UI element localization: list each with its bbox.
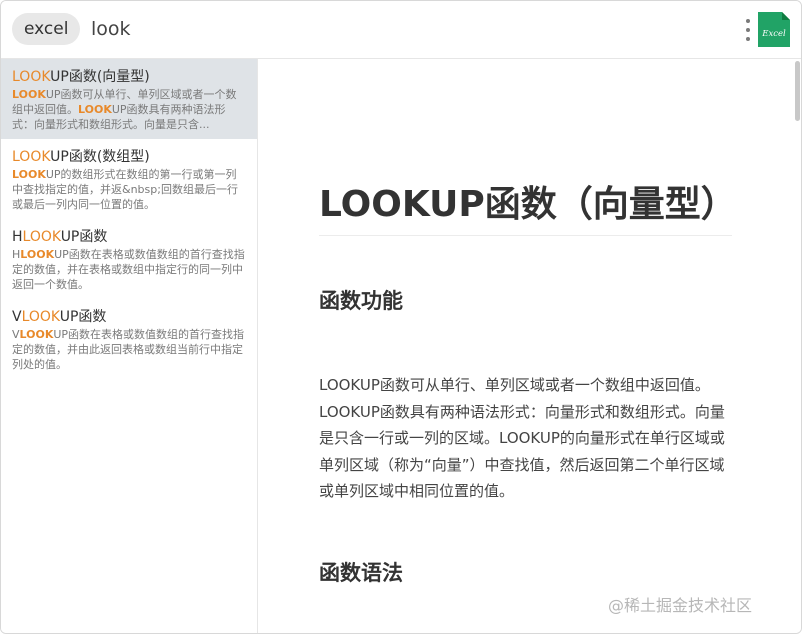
app-window: excel Excel LOOKUP函数(向量型) LOOKUP函数可从单行、单… xyxy=(0,0,802,634)
excel-app-icon: Excel xyxy=(758,12,790,47)
result-title: LOOKUP函数(向量型) xyxy=(12,69,150,85)
function-description: LOOKUP函数可从单行、单列区域或者一个数组中返回值。LOOKUP函数具有两种… xyxy=(319,376,725,500)
result-description: HLOOKUP函数在表格或数值数组的首行查找指定的数值，并在表格或数组中指定行的… xyxy=(12,248,245,291)
result-title: LOOKUP函数(数组型) xyxy=(12,149,150,165)
article-pane: LOOKUP函数（向量型） 函数功能 LOOKUP函数可从单行、单列区域或者一个… xyxy=(258,59,801,633)
search-input[interactable] xyxy=(91,13,591,45)
article-title: LOOKUP函数（向量型） xyxy=(319,181,737,236)
result-title: HLOOKUP函数 xyxy=(12,229,108,245)
scrollbar-thumb[interactable] xyxy=(795,61,800,121)
result-item-lookup-array[interactable]: LOOKUP函数(数组型) LOOKUP的数组形式在数组的第一行或第一列中查找指… xyxy=(1,139,257,219)
result-item-hlookup[interactable]: HLOOKUP函数 HLOOKUP函数在表格或数值数组的首行查找指定的数值，并在… xyxy=(1,219,257,299)
result-item-lookup-vector[interactable]: LOOKUP函数(向量型) LOOKUP函数可从单行、单列区域或者一个数组中返回… xyxy=(1,59,257,139)
search-header: excel Excel xyxy=(1,1,801,59)
results-sidebar: LOOKUP函数(向量型) LOOKUP函数可从单行、单列区域或者一个数组中返回… xyxy=(1,59,258,633)
watermark: @稀土掘金技术社区 xyxy=(608,596,753,615)
section-heading-function: 函数功能 xyxy=(319,289,403,313)
result-description: LOOKUP的数组形式在数组的第一行或第一列中查找指定的值，并返&nbsp;回数… xyxy=(12,168,238,211)
keyword-tag-excel[interactable]: excel xyxy=(12,13,81,45)
result-description: VLOOKUP函数在表格或数值数组的首行查找指定的数值，并由此返回表格或数组当前… xyxy=(12,328,245,371)
svg-text:Excel: Excel xyxy=(761,29,786,39)
more-options-icon[interactable] xyxy=(742,19,754,43)
result-title: VLOOKUP函数 xyxy=(12,309,107,325)
result-description: LOOKUP函数可从单行、单列区域或者一个数组中返回值。LOOKUP函数具有两种… xyxy=(12,88,237,131)
section-heading-syntax: 函数语法 xyxy=(319,561,403,585)
result-item-vlookup[interactable]: VLOOKUP函数 VLOOKUP函数在表格或数值数组的首行查找指定的数值，并由… xyxy=(1,299,257,379)
